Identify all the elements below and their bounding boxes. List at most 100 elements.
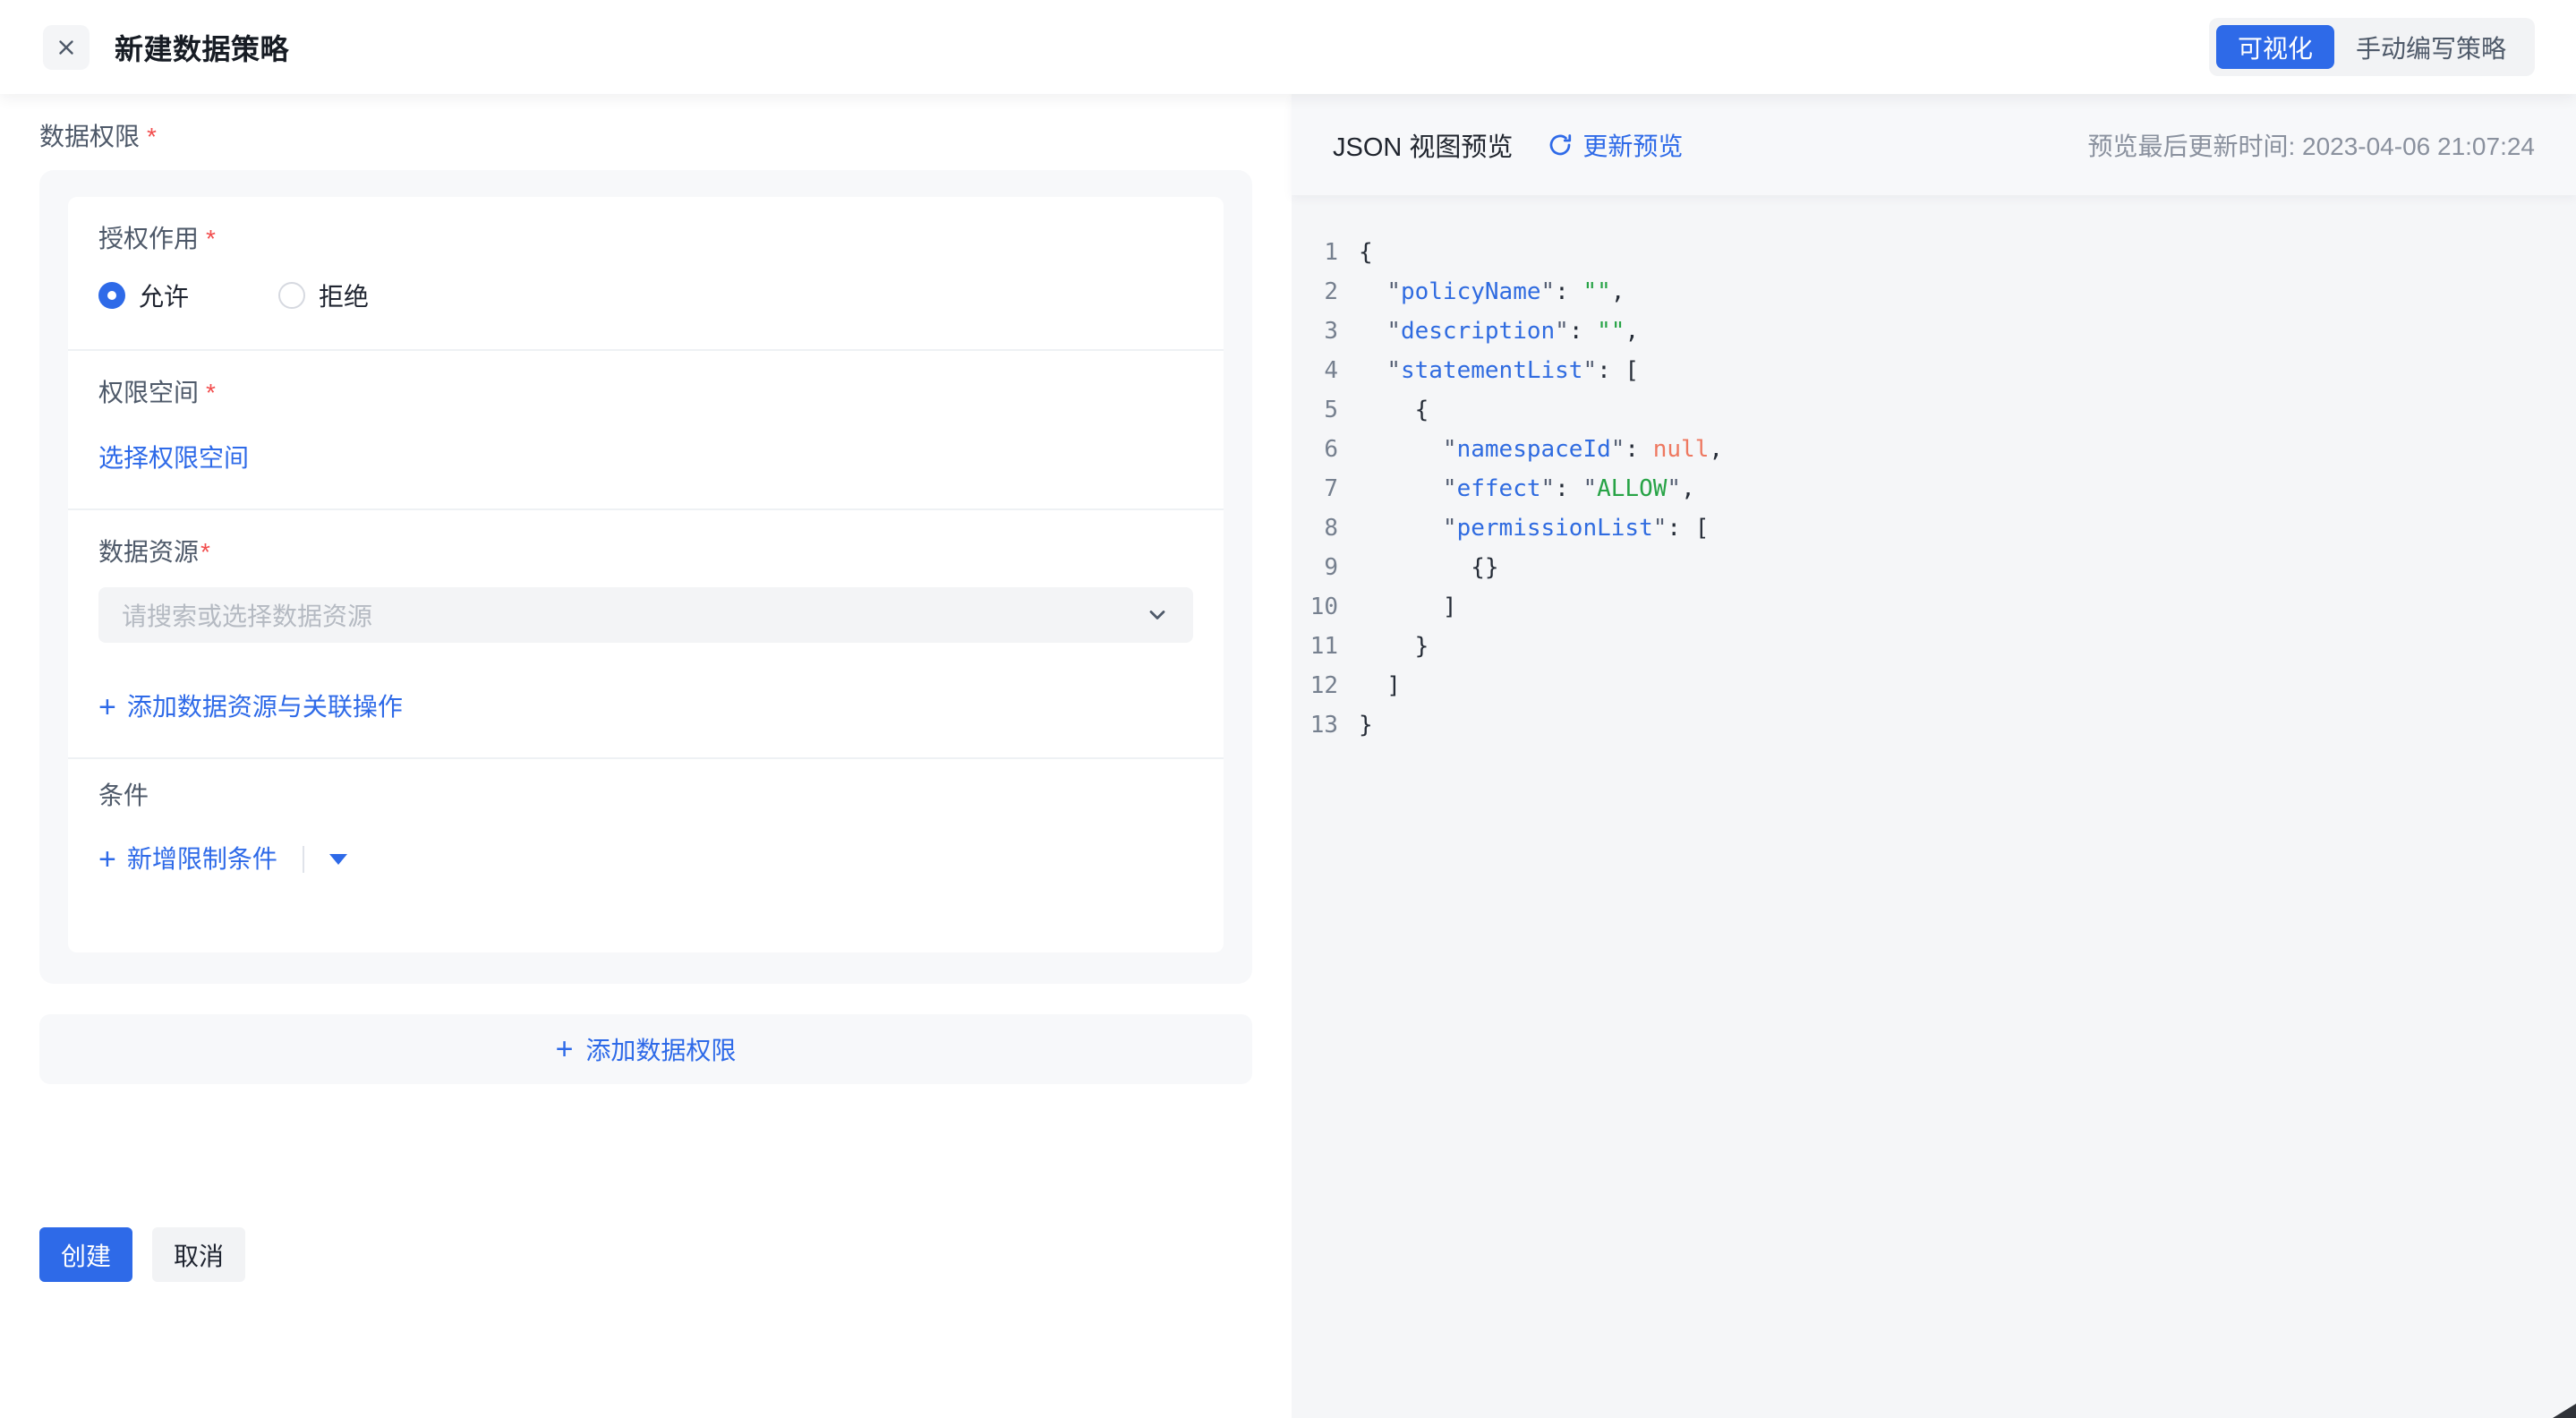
close-button[interactable]	[43, 25, 90, 70]
add-resource-link[interactable]: + 添加数据资源与关联操作	[98, 693, 403, 722]
code-line: 11 }	[1292, 627, 2576, 666]
code-line: 6 "namespaceId": null,	[1292, 430, 2576, 469]
code-line: 10 ]	[1292, 587, 2576, 627]
line-number: 4	[1292, 351, 1338, 390]
code-line: 8 "permissionList": [	[1292, 508, 2576, 548]
code-text: "effect": "ALLOW",	[1359, 469, 1695, 508]
mode-visual-button[interactable]: 可视化	[2216, 25, 2334, 69]
code-line: 13}	[1292, 705, 2576, 745]
code-line: 3 "description": "",	[1292, 312, 2576, 351]
line-number: 10	[1292, 587, 1338, 627]
code-text: "permissionList": [	[1359, 508, 1709, 548]
preview-title: JSON 视图预览	[1333, 126, 1513, 164]
resource-label-text: 数据资源	[98, 539, 199, 566]
close-icon	[55, 36, 78, 59]
radio-allow-label: 允许	[139, 278, 189, 313]
namespace-label: 权限空间 *	[98, 380, 1193, 406]
select-namespace-link[interactable]: 选择权限空间	[98, 444, 249, 473]
section-namespace: 权限空间 * 选择权限空间	[68, 351, 1224, 510]
required-asterisk: *	[200, 539, 210, 566]
app-window: 新建数据策略 可视化 手动编写策略 数据权限 * 授权作用 *	[0, 0, 2576, 1418]
resource-select-placeholder: 请搜索或选择数据资源	[122, 597, 1145, 633]
section-effect: 授权作用 * 允许 拒绝	[68, 197, 1224, 351]
radio-unselected-icon	[278, 282, 305, 309]
code-line: 1{	[1292, 233, 2576, 272]
required-asterisk: *	[206, 226, 216, 252]
line-number: 8	[1292, 508, 1338, 548]
refresh-icon	[1547, 132, 1574, 158]
condition-label: 条件	[98, 782, 1193, 809]
effect-label: 授权作用 *	[98, 226, 1193, 252]
namespace-label-text: 权限空间	[98, 380, 199, 406]
code-line: 9 {}	[1292, 548, 2576, 587]
line-number: 13	[1292, 705, 1338, 745]
line-number: 6	[1292, 430, 1338, 469]
main-area: 数据权限 * 授权作用 * 允许	[0, 94, 2576, 1418]
code-line: 7 "effect": "ALLOW",	[1292, 469, 2576, 508]
plus-icon: +	[98, 693, 116, 722]
plus-icon: +	[98, 845, 116, 874]
radio-deny-label: 拒绝	[319, 278, 369, 313]
code-line: 12 ]	[1292, 666, 2576, 705]
add-resource-link-label: 添加数据资源与关联操作	[127, 693, 403, 722]
code-line: 2 "policyName": "",	[1292, 272, 2576, 312]
code-text: }	[1359, 627, 1429, 666]
section-resource: 数据资源 * 请搜索或选择数据资源 + 添加数据资源	[68, 510, 1224, 759]
add-permission-label: 添加数据权限	[585, 1031, 736, 1067]
plus-icon: +	[556, 1035, 574, 1064]
line-number: 1	[1292, 233, 1338, 272]
code-line: 5 {	[1292, 390, 2576, 430]
condition-label-text: 条件	[98, 782, 149, 809]
create-button[interactable]: 创建	[39, 1227, 132, 1282]
code-text: ]	[1359, 666, 1401, 705]
line-number: 2	[1292, 272, 1338, 312]
code-text: {	[1359, 390, 1429, 430]
vertical-divider	[303, 846, 304, 873]
last-updated-text: 预览最后更新时间: 2023-04-06 21:07:24	[2087, 127, 2535, 163]
code-text: "namespaceId": null,	[1359, 430, 1723, 469]
refresh-link-label: 更新预览	[1582, 127, 1683, 163]
code-text: {}	[1359, 548, 1499, 587]
code-text: "policyName": "",	[1359, 272, 1625, 312]
add-condition-link[interactable]: + 新增限制条件	[98, 845, 277, 874]
preview-header: JSON 视图预览 更新预览 预览最后更新时间: 2023-04-06 21:0…	[1292, 94, 2576, 195]
mode-manual-button[interactable]: 手动编写策略	[2334, 25, 2528, 69]
line-number: 9	[1292, 548, 1338, 587]
section-condition: 条件 + 新增限制条件	[68, 759, 1224, 952]
line-number: 5	[1292, 390, 1338, 430]
radio-selected-icon	[98, 282, 125, 309]
mode-toggle: 可视化 手动编写策略	[2209, 18, 2535, 76]
json-code: 1{2 "policyName": "",3 "description": ""…	[1292, 195, 2576, 1418]
resource-select[interactable]: 请搜索或选择数据资源	[98, 587, 1193, 643]
line-number: 12	[1292, 666, 1338, 705]
permission-card: 授权作用 * 允许 拒绝	[39, 170, 1252, 984]
code-line: 4 "statementList": [	[1292, 351, 2576, 390]
add-permission-button[interactable]: + 添加数据权限	[39, 1014, 1252, 1084]
json-preview-pane: JSON 视图预览 更新预览 预览最后更新时间: 2023-04-06 21:0…	[1292, 94, 2576, 1418]
page-title: 新建数据策略	[115, 27, 289, 68]
radio-deny[interactable]: 拒绝	[278, 278, 369, 313]
add-resource-row: + 添加数据资源与关联操作	[98, 693, 1193, 722]
cancel-button[interactable]: 取消	[152, 1227, 245, 1282]
radio-allow[interactable]: 允许	[98, 278, 189, 313]
cursor-artifact	[2553, 1404, 2576, 1418]
statement-card: 授权作用 * 允许 拒绝	[68, 197, 1224, 952]
condition-add-row: + 新增限制条件	[98, 845, 1193, 874]
top-bar: 新建数据策略 可视化 手动编写策略	[0, 0, 2576, 94]
effect-radio-group: 允许 拒绝	[98, 278, 1193, 313]
resource-label: 数据资源 *	[98, 539, 1193, 566]
refresh-preview-link[interactable]: 更新预览	[1547, 127, 1683, 163]
code-text: ]	[1359, 587, 1457, 627]
chevron-down-icon	[1145, 602, 1170, 628]
code-text: }	[1359, 705, 1373, 745]
required-asterisk: *	[206, 380, 216, 406]
group-label-text: 数据权限	[39, 124, 140, 149]
required-asterisk: *	[147, 124, 157, 149]
group-label-data-permission: 数据权限 *	[39, 124, 1252, 149]
caret-down-icon[interactable]	[329, 854, 347, 865]
code-text: {	[1359, 233, 1373, 272]
code-text: "description": "",	[1359, 312, 1639, 351]
policy-form-pane: 数据权限 * 授权作用 * 允许	[0, 94, 1292, 1418]
code-text: "statementList": [	[1359, 351, 1639, 390]
add-condition-link-label: 新增限制条件	[127, 845, 277, 874]
